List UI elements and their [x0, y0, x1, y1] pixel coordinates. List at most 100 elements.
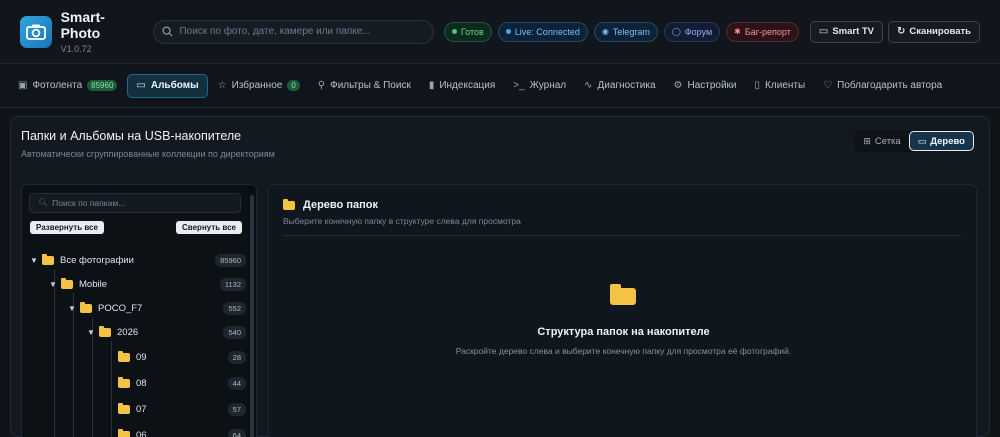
tree-node-label: POCO_F7: [98, 302, 143, 314]
section-title: Папки и Альбомы на USB-накопителе: [21, 129, 242, 143]
folder-icon: [61, 277, 73, 289]
tree-guide-line: [111, 341, 112, 437]
tree-node-2026[interactable]: ▼ 2026: [87, 324, 138, 340]
folder-icon: [42, 253, 54, 265]
star-icon: ☆: [217, 79, 227, 91]
scan-button[interactable]: ↻ Сканировать: [888, 20, 980, 43]
main-tabs: ▣ Фотолента 85960 ▭ Альбомы ☆ Избранное 0 ⚲ Фи…: [0, 64, 1000, 108]
caret-down-icon: ▼: [87, 327, 95, 337]
folder-view-panel: Дерево папок Выберите конечную папку в с…: [268, 184, 977, 437]
bug-label: Баг-репорт: [744, 26, 791, 37]
folder-icon: [118, 376, 130, 388]
brand: Smart-Photo V1.0.72: [61, 9, 144, 54]
section-subtitle: Автоматически сгруппированные коллекции …: [21, 149, 275, 159]
tv-icon: ▭: [818, 25, 829, 37]
folder-icon: [118, 428, 130, 437]
folder-icon: [118, 350, 130, 362]
tab-clients[interactable]: ▯ Клиенты: [747, 74, 814, 98]
folder-count-badge: 28: [227, 351, 246, 364]
forum-label: Форум: [684, 26, 713, 37]
status-ready-badge: Готов: [443, 21, 492, 42]
forum-link[interactable]: ◯ Форум: [663, 21, 721, 42]
tree-node-all-photos[interactable]: ▼ Все фотографии: [30, 252, 134, 268]
tree-node-label: 07: [136, 403, 147, 415]
panel-title-text: Дерево папок: [303, 199, 378, 211]
tab-label: Поблагодарить автора: [837, 80, 943, 91]
folder-search-input[interactable]: 🔍︎ Поиск по папкам...: [29, 193, 241, 213]
status-chips: Готов Live: Connected ◉ Telegram ◯ Форум ✱…: [443, 21, 805, 42]
tab-diagnostics[interactable]: ∿ Диагностика: [576, 74, 663, 98]
tab-label: Диагностика: [597, 80, 656, 91]
search-placeholder: Поиск по фото, дате, камере или папке...: [179, 26, 371, 37]
scrollbar-thumb[interactable]: [250, 195, 254, 437]
tree-node-09[interactable]: 09: [118, 349, 147, 365]
folder-count-badge: 552: [223, 302, 246, 315]
tab-label: Фотолента: [32, 80, 83, 91]
empty-state-text: Раскройте дерево слева и выберите конечн…: [455, 346, 792, 356]
expand-all-button[interactable]: Развернуть все: [30, 221, 104, 234]
folder-tree-panel: 🔍︎ Поиск по папкам... Развернуть все Свер…: [21, 184, 257, 437]
tree-node-poco-f7[interactable]: ▼ POCO_F7: [68, 300, 142, 316]
folder-icon: [118, 402, 130, 414]
tab-photofeed[interactable]: ▣ Фотолента 85960: [10, 74, 125, 98]
refresh-icon: ↻: [897, 25, 906, 37]
divider: [283, 235, 962, 236]
grid-view-button[interactable]: ⊞ Сетка: [855, 131, 908, 151]
view-toggle: ⊞ Сетка ▭ Дерево: [854, 130, 975, 152]
app-title: Smart-Photo: [60, 9, 105, 41]
search-icon: 🔍︎: [38, 198, 49, 207]
folder-count-badge: 57: [227, 403, 246, 416]
telegram-icon: ◉: [601, 26, 609, 36]
tab-label: Индексация: [439, 80, 496, 91]
camera-logo-icon: [20, 15, 52, 48]
tree-node-label: 08: [136, 377, 147, 389]
scan-label: Сканировать: [909, 26, 971, 37]
folder-icon: ▭: [136, 79, 146, 91]
tree-scrollbar[interactable]: [248, 185, 256, 437]
section-header: Папки и Альбомы на USB-накопителе Автома…: [21, 129, 275, 159]
smart-tv-button[interactable]: ▭ Smart TV: [809, 20, 884, 43]
tab-indexing[interactable]: ▮ Индексация: [421, 74, 503, 98]
folder-search-placeholder: Поиск по папкам...: [52, 198, 126, 208]
tree-node-label: 09: [136, 351, 147, 363]
tree-node-label: 2026: [117, 326, 139, 338]
tree-node-07[interactable]: 07: [118, 401, 147, 417]
tab-label: Фильтры & Поиск: [330, 80, 411, 91]
telegram-link[interactable]: ◉ Telegram: [593, 21, 658, 42]
folder-icon: [99, 325, 111, 337]
terminal-icon: >_: [513, 79, 525, 91]
grid-view-label: Сетка: [874, 135, 901, 147]
tree-node-06[interactable]: 06: [118, 427, 147, 437]
photo-count-badge: 85960: [87, 80, 118, 91]
search-input[interactable]: Поиск по фото, дате, камере или папке...: [153, 19, 434, 44]
live-connection-badge: Live: Connected: [497, 21, 588, 42]
tab-filters[interactable]: ⚲ Фильтры & Поиск: [310, 74, 419, 98]
tab-thank-author[interactable]: ♡ Поблагодарить автора: [815, 74, 950, 98]
collapse-all-button[interactable]: Свернуть все: [176, 221, 242, 234]
tree-view-button[interactable]: ▭ Дерево: [908, 131, 974, 151]
header: Smart-Photo V1.0.72 Поиск по фото, дате,…: [0, 0, 1000, 64]
tab-favorites[interactable]: ☆ Избранное 0: [210, 74, 308, 98]
tree-node-08[interactable]: 08: [118, 375, 147, 391]
search-icon: ⚲: [317, 79, 326, 91]
app-version: V1.0.72: [60, 44, 92, 54]
folder-count-badge: 540: [223, 326, 246, 339]
bug-report-button[interactable]: ✱ Баг-репорт: [726, 21, 799, 42]
tree-node-label: Mobile: [79, 278, 107, 290]
tab-settings[interactable]: ⚙ Настройки: [666, 74, 745, 98]
albums-section: Папки и Альбомы на USB-накопителе Автома…: [10, 116, 990, 437]
bar-chart-icon: ▮: [428, 79, 435, 91]
status-ready-label: Готов: [460, 26, 484, 37]
caret-down-icon: ▼: [49, 279, 57, 289]
empty-state-title: Структура папок на накопителе: [537, 326, 710, 338]
tab-albums[interactable]: ▭ Альбомы: [127, 73, 208, 98]
open-folder-icon: [610, 284, 636, 305]
tree-guide-line: [54, 269, 55, 437]
tree-node-mobile[interactable]: ▼ Mobile: [49, 276, 107, 292]
favorites-count-badge: 0: [287, 80, 300, 91]
panel-subtitle: Выберите конечную папку в структуре слев…: [283, 216, 521, 226]
folder-icon: [80, 301, 92, 313]
tab-log[interactable]: >_ Журнал: [505, 74, 574, 98]
live-dot-icon: [505, 29, 511, 34]
live-label: Live: Connected: [514, 26, 580, 37]
